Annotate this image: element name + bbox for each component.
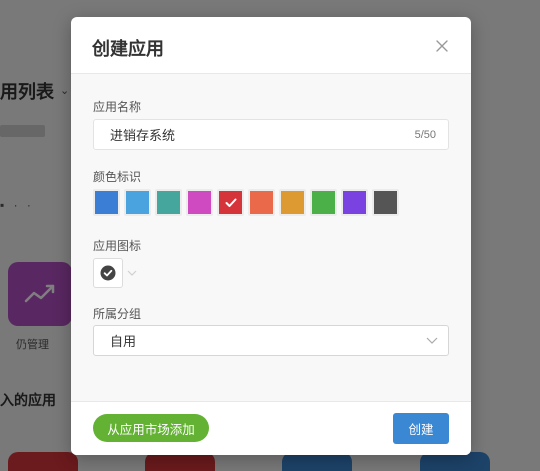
color-swatch[interactable] xyxy=(248,189,275,216)
group-label: 所属分组 xyxy=(93,307,142,321)
create-app-dialog: 创建应用 应用名称 5/50 颜色标识 应用图标 xyxy=(71,17,471,455)
color-swatch[interactable] xyxy=(186,189,213,216)
color-swatch[interactable] xyxy=(93,189,120,216)
group-select-value: 自用 xyxy=(110,334,137,349)
dialog-header: 创建应用 xyxy=(71,17,471,74)
dialog-body: 应用名称 5/50 颜色标识 应用图标 所属分组 自用 xyxy=(71,74,471,401)
app-name-label: 应用名称 xyxy=(93,100,142,114)
color-label: 颜色标识 xyxy=(93,170,142,184)
chevron-down-icon[interactable] xyxy=(127,268,137,278)
check-circle-icon xyxy=(100,265,116,281)
create-button[interactable]: 创建 xyxy=(393,413,449,444)
add-from-market-button[interactable]: 从应用市场添加 xyxy=(93,414,209,442)
color-swatch[interactable] xyxy=(310,189,337,216)
close-icon xyxy=(436,40,448,52)
chevron-down-icon xyxy=(426,337,438,344)
color-swatch[interactable] xyxy=(124,189,151,216)
icon-picker xyxy=(93,258,137,288)
color-swatch[interactable] xyxy=(372,189,399,216)
color-swatch[interactable] xyxy=(217,189,244,216)
color-picker xyxy=(93,189,399,216)
check-icon xyxy=(225,198,236,207)
color-swatch[interactable] xyxy=(155,189,182,216)
dialog-title: 创建应用 xyxy=(92,39,164,59)
dialog-footer: 从应用市场添加 创建 xyxy=(71,401,471,455)
icon-select-button[interactable] xyxy=(93,258,123,288)
color-swatch[interactable] xyxy=(341,189,368,216)
color-swatch[interactable] xyxy=(279,189,306,216)
group-select[interactable]: 自用 xyxy=(93,325,449,356)
app-name-input[interactable] xyxy=(110,127,415,142)
icon-label: 应用图标 xyxy=(93,239,142,253)
close-button[interactable] xyxy=(431,35,453,57)
char-counter: 5/50 xyxy=(414,128,436,141)
app-name-field[interactable]: 5/50 xyxy=(93,119,449,150)
